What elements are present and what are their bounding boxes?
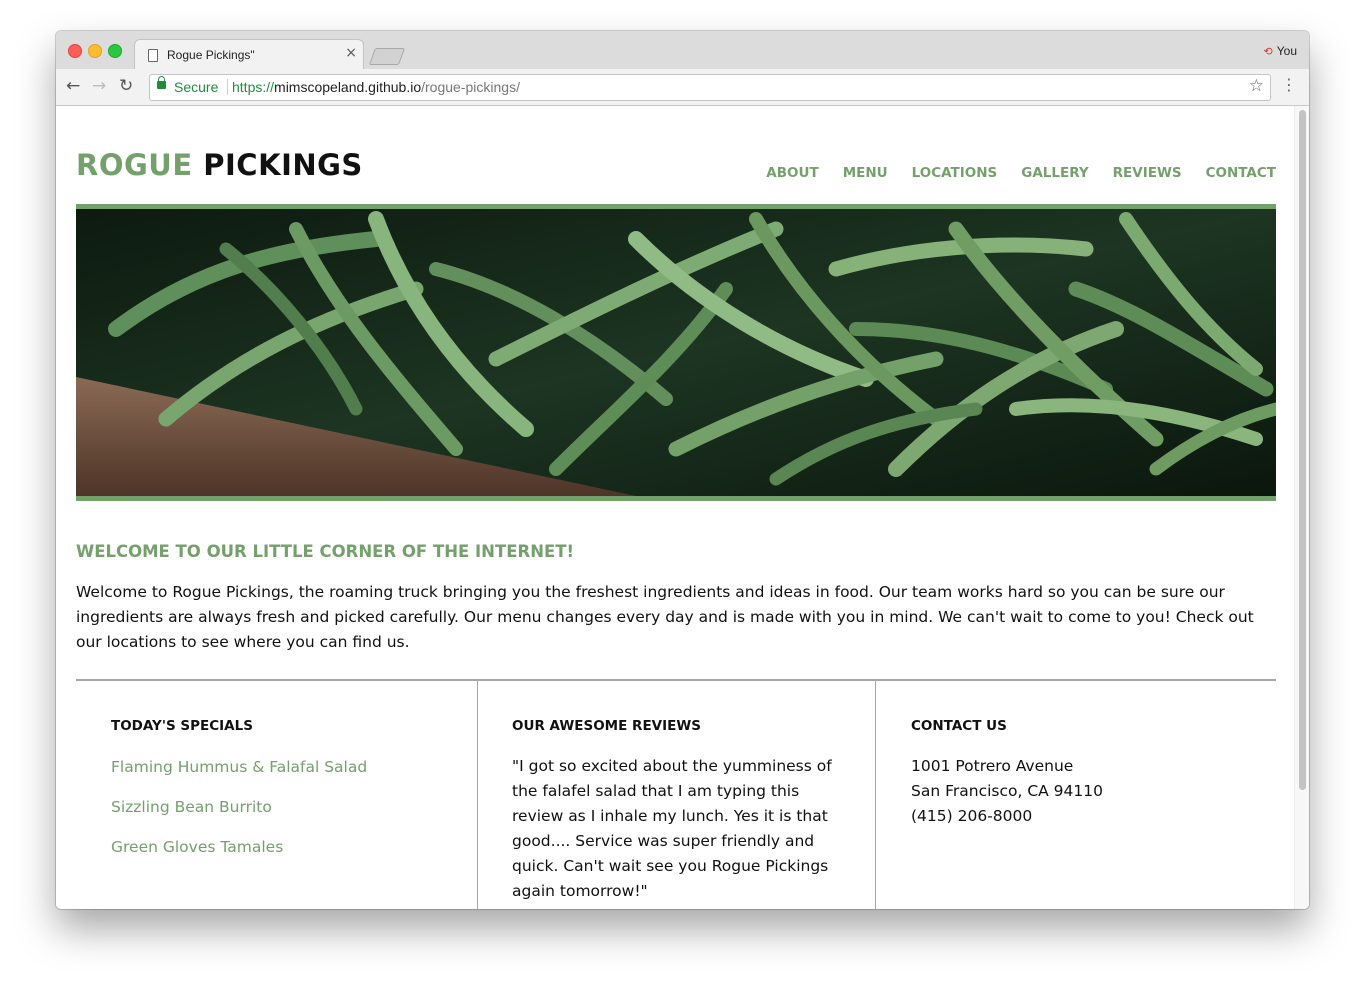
special-item[interactable]: Green Gloves Tamales (111, 837, 367, 877)
window-maximize-button[interactable] (108, 44, 122, 58)
forward-arrow-icon[interactable]: → (92, 76, 106, 96)
page-icon (148, 49, 158, 62)
url-scheme: https:// (232, 79, 275, 95)
nav-reviews[interactable]: REVIEWS (1113, 165, 1182, 181)
page-viewport: ROGUE PICKINGS ABOUT MENU LOCATIONS GALL… (56, 106, 1309, 909)
browser-menu-icon[interactable]: ⋮ (1281, 76, 1297, 94)
window-minimize-button[interactable] (88, 44, 102, 58)
welcome-paragraph: Welcome to Rogue Pickings, the roaming t… (76, 583, 1254, 651)
scrollbar-thumb[interactable] (1299, 110, 1306, 790)
contact-heading: CONTACT US (911, 718, 1007, 734)
specials-list: Flaming Hummus & Falafal Salad Sizzling … (111, 757, 367, 877)
browser-tab[interactable]: Rogue Pickings" × (134, 39, 364, 71)
tab-title: Rogue Pickings" (167, 48, 255, 62)
nav-menu[interactable]: MENU (843, 165, 888, 181)
page-scrollbar[interactable] (1294, 106, 1309, 909)
contact-address-line2: San Francisco, CA 94110 (911, 782, 1103, 800)
address-bar[interactable]: Secure https://mimscopeland.github.io/ro… (149, 74, 1271, 101)
reload-icon[interactable]: ↻ (119, 76, 133, 96)
specials-heading: TODAY'S SPECIALS (111, 718, 253, 734)
profile-name: You (1276, 44, 1297, 58)
back-arrow-icon[interactable]: ← (66, 76, 80, 96)
nav-contact[interactable]: CONTACT (1206, 165, 1276, 181)
welcome-heading: WELCOME TO OUR LITTLE CORNER OF THE INTE… (76, 542, 575, 561)
hero-image (76, 204, 1276, 501)
window-close-button[interactable] (68, 44, 82, 58)
review-text: "I got so excited about the yumminess of… (512, 757, 832, 900)
special-item[interactable]: Sizzling Bean Burrito (111, 797, 367, 837)
tab-bar: Rogue Pickings" × ⟲ You (56, 31, 1309, 71)
specials-column: TODAY'S SPECIALS Flaming Hummus & Falafa… (76, 681, 478, 909)
new-tab-button[interactable] (368, 48, 406, 65)
url-divider (227, 79, 228, 95)
site-logo[interactable]: ROGUE PICKINGS (76, 148, 363, 182)
tab-close-icon[interactable]: × (345, 45, 357, 61)
nav-gallery[interactable]: GALLERY (1021, 165, 1088, 181)
green-beans-photo (76, 209, 1276, 496)
special-item[interactable]: Flaming Hummus & Falafal Salad (111, 757, 367, 797)
bookmark-star-icon[interactable]: ☆ (1249, 76, 1264, 96)
nav-about[interactable]: ABOUT (766, 165, 818, 181)
profile-icon: ⟲ (1263, 46, 1273, 58)
contact-address-line1: 1001 Potrero Avenue (911, 757, 1074, 775)
url-text[interactable]: https://mimscopeland.github.io/rogue-pic… (232, 79, 520, 95)
reviews-heading: OUR AWESOME REVIEWS (512, 718, 701, 734)
url-host: mimscopeland.github.io (274, 79, 422, 95)
contact-column: CONTACT US 1001 Potrero Avenue San Franc… (876, 681, 1276, 909)
reviews-column: OUR AWESOME REVIEWS "I got so excited ab… (477, 681, 876, 909)
lock-icon (157, 76, 166, 89)
browser-window: Rogue Pickings" × ⟲ You ← → ↻ Secure http… (56, 31, 1309, 909)
browser-toolbar: ← → ↻ Secure https://mimscopeland.github… (56, 69, 1309, 106)
url-path: /rogue-pickings/ (421, 79, 520, 95)
logo-word-pickings: PICKINGS (203, 148, 363, 182)
main-nav: ABOUT MENU LOCATIONS GALLERY REVIEWS CON… (766, 165, 1276, 181)
contact-phone[interactable]: (415) 206-8000 (911, 804, 1103, 829)
nav-locations[interactable]: LOCATIONS (912, 165, 998, 181)
profile-button[interactable]: ⟲ You (1264, 44, 1297, 58)
secure-label: Secure (174, 79, 219, 95)
contact-details: 1001 Potrero Avenue San Francisco, CA 94… (911, 754, 1103, 829)
logo-word-rogue: ROGUE (76, 148, 193, 182)
